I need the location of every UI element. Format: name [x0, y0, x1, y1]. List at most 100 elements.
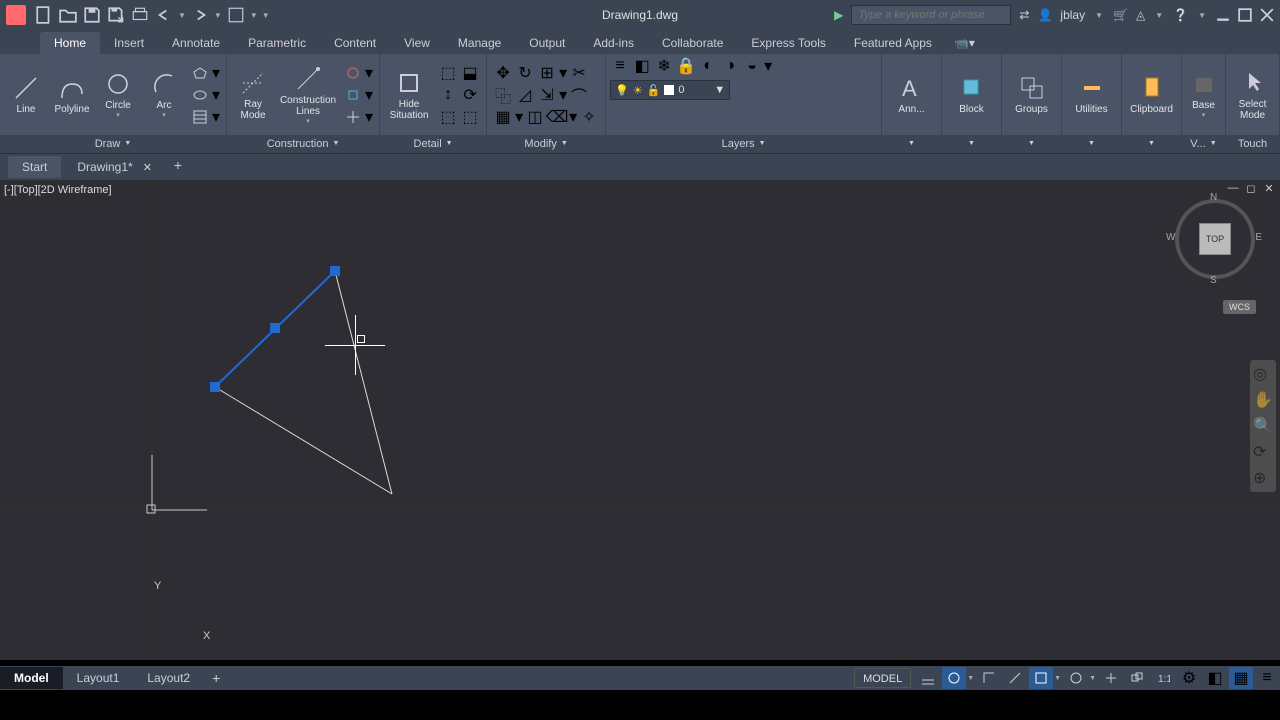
status-polar-icon[interactable] [1003, 667, 1027, 689]
detail-d-icon[interactable]: ⟳ [460, 85, 480, 105]
tab-insert[interactable]: Insert [100, 32, 158, 54]
trim-icon[interactable]: ✂ [569, 63, 589, 83]
tool-select-mode[interactable]: Select Mode [1231, 67, 1275, 123]
erase-icon[interactable]: ⌫ [547, 107, 567, 127]
dropdown-icon[interactable]: ▼ [178, 11, 186, 20]
panel-title-layers[interactable]: Layers [722, 135, 755, 153]
status-snap-icon[interactable] [942, 667, 966, 689]
status-iso-icon[interactable]: ◧ [1203, 667, 1227, 689]
panel-title-draw[interactable]: Draw [95, 135, 121, 153]
nav-pan-icon[interactable]: ✋ [1253, 390, 1273, 410]
qat-workspace-icon[interactable] [227, 6, 245, 24]
status-transparency-icon[interactable] [1099, 667, 1123, 689]
qat-open-icon[interactable] [59, 6, 77, 24]
status-osnap-icon[interactable] [1029, 667, 1053, 689]
detail-a-icon[interactable]: ⬚ [438, 63, 458, 83]
file-tab-start[interactable]: Start [8, 156, 61, 178]
status-model-toggle[interactable]: MODEL [854, 668, 911, 688]
nav-orbit-icon[interactable]: ⟳ [1253, 442, 1273, 462]
layer-iso-icon[interactable]: ◑ [720, 56, 740, 76]
dropdown-icon[interactable]: ▼ [1095, 11, 1103, 20]
qat-new-icon[interactable] [35, 6, 53, 24]
array-icon[interactable]: ▦ [493, 107, 513, 127]
detail-c-icon[interactable]: ↕ [438, 85, 458, 105]
viewcube-e[interactable]: E [1255, 232, 1262, 243]
nav-show-icon[interactable]: ⊕ [1253, 468, 1273, 488]
maximize-icon[interactable] [1238, 8, 1252, 22]
detail-b-icon[interactable]: ⬓ [460, 63, 480, 83]
minimize-icon[interactable] [1216, 8, 1230, 22]
layer-freeze-icon[interactable]: ❄ [654, 56, 674, 76]
search-input[interactable] [851, 5, 1011, 25]
dropdown-icon[interactable]: ▼ [214, 11, 222, 20]
layer-prop-icon[interactable]: ≡ [610, 56, 630, 76]
status-qp-icon[interactable]: ▦ [1229, 667, 1253, 689]
nav-wheel-icon[interactable]: ◎ [1253, 364, 1273, 384]
tab-collaborate[interactable]: Collaborate [648, 32, 737, 54]
detail-f-icon[interactable]: ⬚ [460, 107, 480, 127]
help-icon[interactable]: ❔ [1173, 8, 1188, 22]
tool-circle[interactable]: Circle▾ [96, 68, 140, 121]
tab-annotate[interactable]: Annotate [158, 32, 234, 54]
autodesk-icon[interactable]: ◬ [1136, 8, 1145, 22]
copy-icon[interactable]: ⿻ [493, 85, 513, 105]
panel-title-detail[interactable]: Detail [414, 135, 442, 153]
tab-home[interactable]: Home [40, 32, 100, 54]
status-cycling-icon[interactable] [1125, 667, 1149, 689]
layer-state-icon[interactable]: ◧ [632, 56, 652, 76]
tool-arc[interactable]: Arc▾ [142, 68, 186, 121]
tool-utilities[interactable]: Utilities [1070, 72, 1114, 117]
panel-title-touch[interactable]: Touch [1238, 135, 1267, 153]
cons-snap-icon[interactable] [343, 85, 363, 105]
status-ortho-icon[interactable] [977, 667, 1001, 689]
view-cube[interactable]: TOP N S E W [1170, 194, 1260, 284]
tool-block[interactable]: Block [950, 72, 994, 117]
tool-groups[interactable]: Groups [1010, 72, 1054, 117]
layer-off-icon[interactable]: ◐ [698, 56, 718, 76]
nav-zoom-icon[interactable]: 🔍 [1253, 416, 1273, 436]
tab-manage[interactable]: Manage [444, 32, 515, 54]
status-grid-icon[interactable] [916, 667, 940, 689]
panel-title-view[interactable]: V... [1190, 135, 1206, 153]
add-tab-button[interactable]: + [168, 157, 188, 177]
scale-icon[interactable]: ◿ [515, 85, 535, 105]
drawing-canvas[interactable]: [-][Top][2D Wireframe] — ◻ ✕ Y X TOP N S… [0, 180, 1280, 660]
stretch-icon[interactable]: ⇲ [537, 85, 557, 105]
viewcube-w[interactable]: W [1166, 232, 1175, 243]
status-custom-icon[interactable]: ≡ [1255, 667, 1279, 689]
wcs-badge[interactable]: WCS [1223, 300, 1256, 314]
user-name[interactable]: jblay [1060, 8, 1085, 22]
tab-camera-icon[interactable]: 📹▾ [946, 32, 983, 54]
status-gear-icon[interactable]: ⚙ [1177, 667, 1201, 689]
viewcube-n[interactable]: N [1210, 192, 1217, 203]
rotate-icon[interactable]: ↻ [515, 63, 535, 83]
qat-plot-icon[interactable] [131, 6, 149, 24]
qat-save-icon[interactable] [83, 6, 101, 24]
tool-ellipse-icon[interactable] [190, 85, 210, 105]
tool-ray-mode[interactable]: Ray Mode [231, 67, 275, 123]
tool-base[interactable]: Base▾ [1186, 68, 1222, 121]
fillet-icon[interactable]: ⌒ [569, 85, 589, 105]
explode-icon[interactable]: ✧ [579, 107, 599, 127]
panel-title-modify[interactable]: Modify [524, 135, 556, 153]
tab-output[interactable]: Output [515, 32, 579, 54]
layer-combo[interactable]: 💡 ☀ 🔓 0 ▼ [610, 80, 730, 100]
tool-polyline[interactable]: Polyline [50, 72, 94, 117]
tool-hatch-icon[interactable] [190, 107, 210, 127]
panel-title-construction[interactable]: Construction [267, 135, 329, 153]
layout-tab-model[interactable]: Model [0, 667, 63, 689]
tool-annotation[interactable]: AAnn... [890, 72, 934, 117]
cart-icon[interactable]: 🛒 [1113, 8, 1128, 22]
app-icon[interactable] [6, 5, 26, 25]
tool-hide-situation[interactable]: Hide Situation [384, 67, 434, 123]
tool-line[interactable]: Line [4, 72, 48, 117]
close-icon[interactable] [1260, 8, 1274, 22]
status-lwt-icon[interactable] [1064, 667, 1088, 689]
layer-match-icon[interactable]: ◒ [742, 56, 762, 76]
play-icon[interactable]: ▶ [834, 8, 843, 22]
tool-polygon-icon[interactable] [190, 63, 210, 83]
mirror-icon[interactable]: ⊞ [537, 63, 557, 83]
add-layout-button[interactable]: + [204, 670, 228, 686]
tool-construction-lines[interactable]: Construction Lines▾ [277, 63, 339, 127]
tab-parametric[interactable]: Parametric [234, 32, 320, 54]
